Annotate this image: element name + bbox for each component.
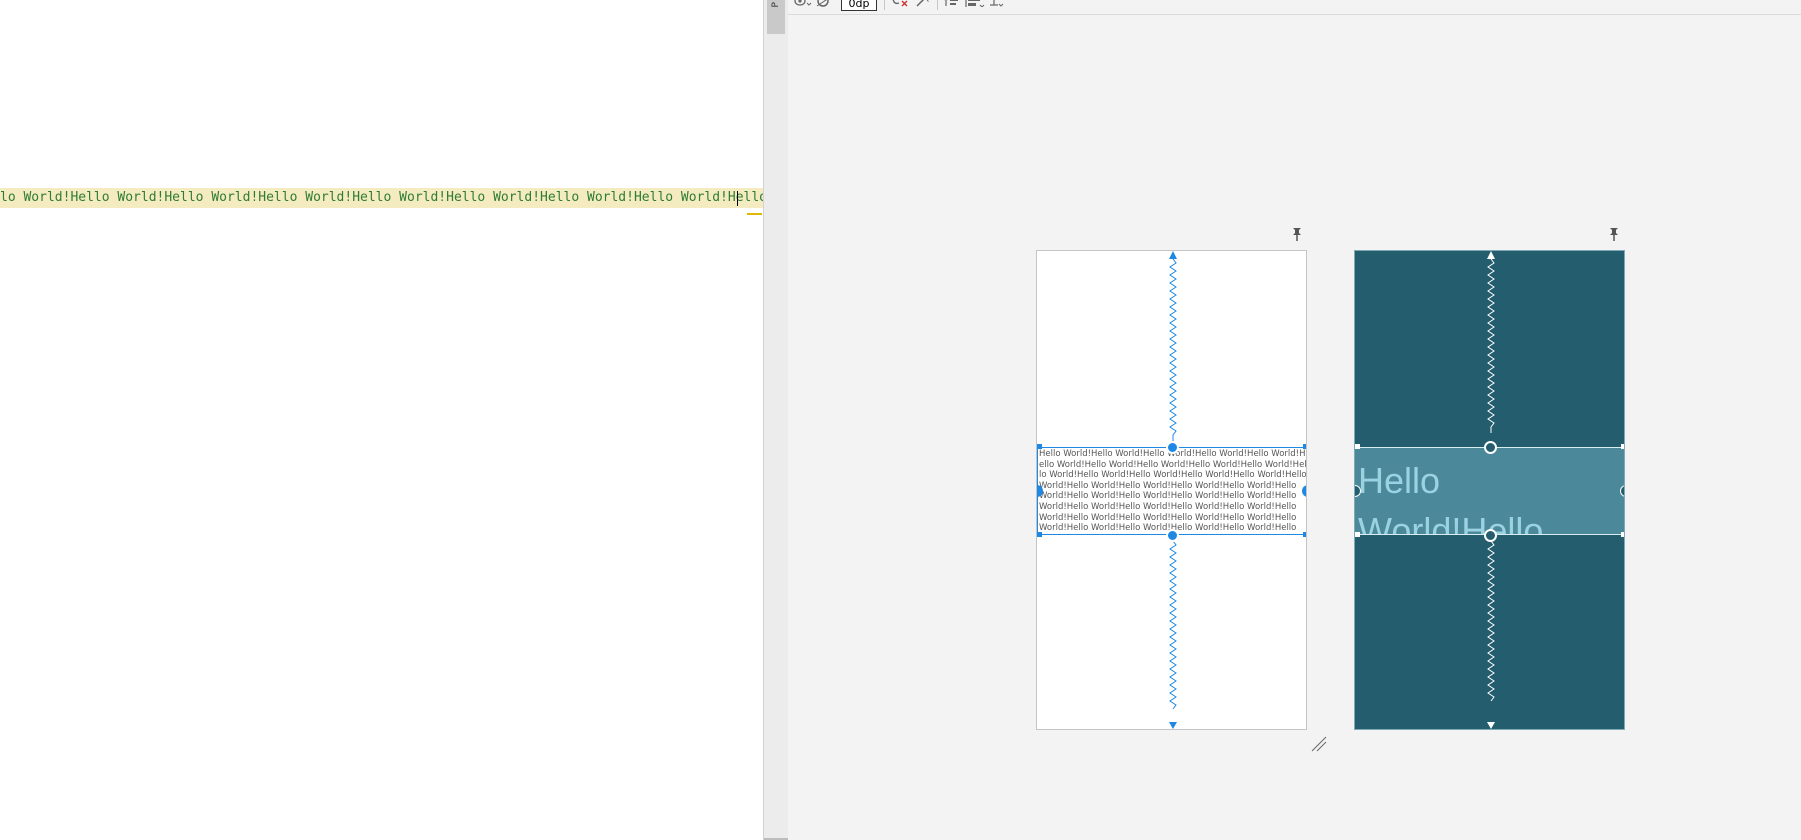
magnet-icon[interactable] — [816, 0, 830, 10]
resize-handle[interactable] — [1355, 532, 1360, 537]
current-line-highlight: lo World!Hello World!Hello World!Hello W… — [0, 188, 763, 208]
right-anchor-handle[interactable] — [1620, 485, 1624, 497]
top-constraint-spring — [1487, 251, 1495, 433]
top-constraint-spring — [1169, 251, 1177, 441]
bottom-constraint-spring — [1487, 535, 1495, 729]
palette-tab-label: P — [771, 2, 781, 8]
clear-constraints-icon[interactable] — [891, 0, 909, 10]
warning-underline — [747, 213, 762, 215]
resize-handle[interactable] — [1303, 532, 1306, 537]
pack-icon[interactable] — [943, 0, 961, 10]
blueprint-textview[interactable]: Hello World!Hello — [1355, 447, 1624, 535]
toolbar-separator — [937, 0, 938, 10]
layout-toolbar: 0dp — [788, 0, 1801, 15]
side-tool-strip: P — [763, 0, 789, 840]
selected-textview[interactable]: Hello World!Hello World!Hello World!Hell… — [1037, 447, 1306, 535]
toolbar-separator — [884, 0, 885, 10]
default-margin-field[interactable]: 0dp — [841, 0, 877, 11]
resize-grip-icon[interactable] — [1310, 735, 1328, 753]
blueprint-textview-label: Hello World!Hello — [1358, 460, 1544, 535]
bottom-anchor-handle[interactable] — [1484, 529, 1497, 542]
resize-handle[interactable] — [1037, 532, 1042, 537]
pin-icon[interactable] — [1608, 226, 1620, 246]
resize-handle[interactable] — [1621, 532, 1624, 537]
design-preview[interactable]: Hello World!Hello World!Hello World!Hell… — [1036, 250, 1307, 730]
top-anchor-handle[interactable] — [1484, 441, 1497, 454]
guidelines-icon[interactable] — [989, 0, 1005, 10]
resize-handle[interactable] — [1037, 444, 1042, 449]
resize-handle[interactable] — [1303, 444, 1306, 449]
right-anchor-handle[interactable] — [1302, 485, 1306, 497]
palette-tab[interactable]: P — [767, 0, 785, 34]
infer-constraints-icon[interactable] — [916, 0, 932, 10]
pin-icon[interactable] — [1291, 226, 1303, 246]
resize-handle[interactable] — [1621, 444, 1624, 449]
resize-handle[interactable] — [1355, 444, 1360, 449]
bottom-anchor-handle[interactable] — [1166, 529, 1179, 542]
blueprint-preview[interactable]: Hello World!Hello — [1354, 250, 1625, 730]
code-editor[interactable]: lo World!Hello World!Hello World!Hello W… — [0, 0, 763, 840]
align-icon[interactable] — [965, 0, 985, 10]
layout-design-surface[interactable]: 0dp Hello World!Hello World!Hello World!… — [788, 0, 1801, 840]
bottom-constraint-spring — [1169, 535, 1177, 729]
eye-icon[interactable] — [794, 0, 812, 10]
code-line-text[interactable]: lo World!Hello World!Hello World!Hello W… — [0, 188, 763, 208]
text-caret — [737, 191, 738, 206]
top-anchor-handle[interactable] — [1166, 441, 1179, 454]
